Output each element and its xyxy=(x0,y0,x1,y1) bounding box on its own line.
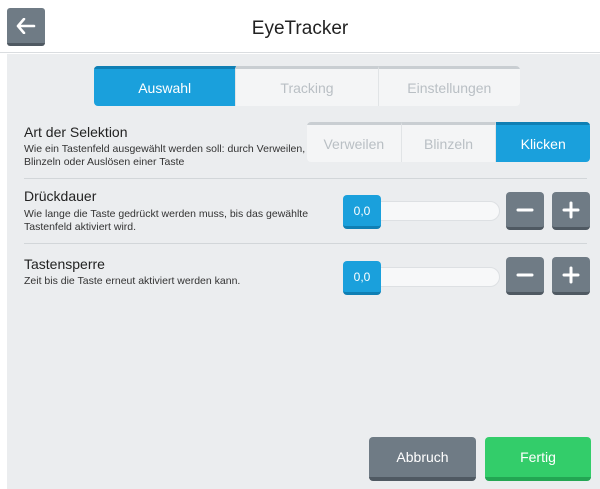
press-duration-description: Wie lange die Taste gedrückt werden muss… xyxy=(24,208,309,233)
cancel-button[interactable]: Abbruch xyxy=(369,437,476,481)
option-blinzeln[interactable]: Blinzeln xyxy=(401,122,497,162)
key-lock-description: Zeit bis die Taste erneut aktiviert werd… xyxy=(24,275,241,287)
tab-einstellungen[interactable]: Einstellungen xyxy=(378,66,520,106)
key-lock-title: Tastensperre xyxy=(24,256,105,272)
title-bar: EyeTracker xyxy=(0,0,600,53)
key-lock-decrease-button[interactable] xyxy=(506,257,544,295)
divider xyxy=(24,243,587,244)
minus-icon xyxy=(516,208,534,211)
selection-mode-segmented-control: Verweilen Blinzeln Klicken xyxy=(307,122,590,162)
selection-title: Art der Selektion xyxy=(24,124,128,140)
press-duration-decrease-button[interactable] xyxy=(506,192,544,230)
option-verweilen[interactable]: Verweilen xyxy=(307,122,402,162)
selection-description: Wie ein Tastenfeld ausgewählt werden sol… xyxy=(24,143,306,168)
tab-bar: Auswahl Tracking Einstellungen xyxy=(94,66,520,106)
press-duration-title: Drückdauer xyxy=(24,188,97,204)
press-duration-slider-knob[interactable]: 0,0 xyxy=(343,195,381,229)
page-title: EyeTracker xyxy=(251,18,349,39)
press-duration-increase-button[interactable] xyxy=(552,192,590,230)
key-lock-increase-button[interactable] xyxy=(552,257,590,295)
done-button[interactable]: Fertig xyxy=(485,437,591,481)
tab-tracking[interactable]: Tracking xyxy=(236,66,379,106)
plus-icon xyxy=(562,201,580,218)
tab-auswahl[interactable]: Auswahl xyxy=(94,66,237,106)
minus-icon xyxy=(516,273,534,276)
option-klicken[interactable]: Klicken xyxy=(496,122,590,162)
plus-icon xyxy=(562,266,580,283)
key-lock-slider-knob[interactable]: 0,0 xyxy=(343,261,381,295)
divider xyxy=(24,178,587,179)
